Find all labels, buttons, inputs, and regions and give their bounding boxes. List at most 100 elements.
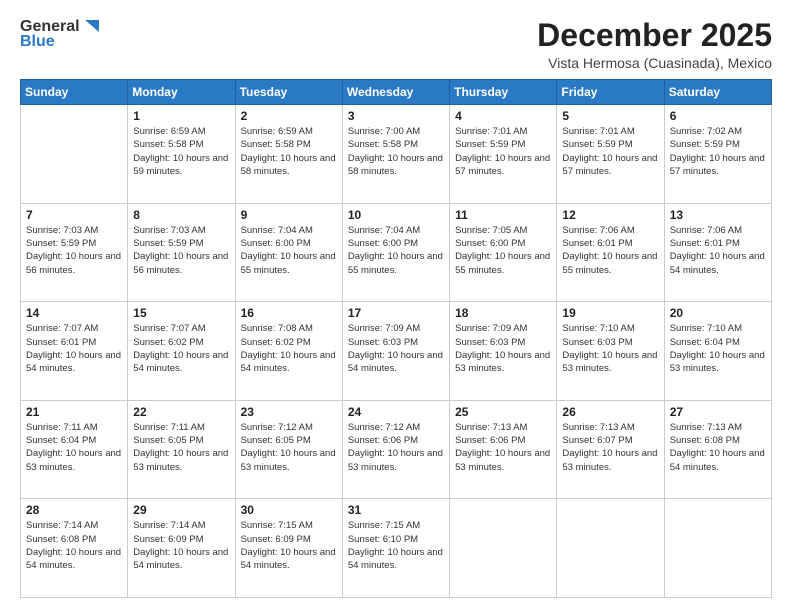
table-row: 12 Sunrise: 7:06 AMSunset: 6:01 PMDayligh… xyxy=(557,203,664,302)
header-friday: Friday xyxy=(557,80,664,105)
header: General Blue December 2025 Vista Hermosa… xyxy=(20,18,772,71)
day-info: Sunrise: 7:12 AMSunset: 6:05 PMDaylight:… xyxy=(241,421,337,474)
day-number: 2 xyxy=(241,109,337,123)
day-number: 13 xyxy=(670,208,766,222)
calendar-week-2: 14 Sunrise: 7:07 AMSunset: 6:01 PMDayligh… xyxy=(21,302,772,401)
header-sunday: Sunday xyxy=(21,80,128,105)
day-number: 14 xyxy=(26,306,122,320)
day-number: 18 xyxy=(455,306,551,320)
day-info: Sunrise: 7:13 AMSunset: 6:07 PMDaylight:… xyxy=(562,421,658,474)
calendar-table: Sunday Monday Tuesday Wednesday Thursday… xyxy=(20,79,772,598)
table-row: 1 Sunrise: 6:59 AMSunset: 5:58 PMDaylight… xyxy=(128,105,235,204)
table-row: 17 Sunrise: 7:09 AMSunset: 6:03 PMDayligh… xyxy=(342,302,449,401)
day-info: Sunrise: 7:12 AMSunset: 6:06 PMDaylight:… xyxy=(348,421,444,474)
table-row: 8Sunrise: 7:03 AMSunset: 5:59 PMDaylight… xyxy=(128,203,235,302)
header-wednesday: Wednesday xyxy=(342,80,449,105)
day-info: Sunrise: 7:13 AMSunset: 6:08 PMDaylight:… xyxy=(670,421,766,474)
day-info: Sunrise: 7:01 AMSunset: 5:59 PMDaylight:… xyxy=(455,125,551,178)
day-number: 8 xyxy=(133,208,229,222)
calendar-week-4: 28 Sunrise: 7:14 AMSunset: 6:08 PMDayligh… xyxy=(21,499,772,598)
table-row: 20 Sunrise: 7:10 AMSunset: 6:04 PMDayligh… xyxy=(664,302,771,401)
calendar-week-1: 7 Sunrise: 7:03 AMSunset: 5:59 PMDaylight… xyxy=(21,203,772,302)
day-info: Sunrise: 6:59 AMSunset: 5:58 PMDaylight:… xyxy=(241,125,337,178)
day-number: 1 xyxy=(133,109,229,123)
table-row: 4 Sunrise: 7:01 AMSunset: 5:59 PMDaylight… xyxy=(450,105,557,204)
table-row: 14 Sunrise: 7:07 AMSunset: 6:01 PMDayligh… xyxy=(21,302,128,401)
day-number: 15 xyxy=(133,306,229,320)
logo-blue: Blue xyxy=(20,33,55,51)
day-number: 12 xyxy=(562,208,658,222)
table-row: 25Sunrise: 7:13 AMSunset: 6:06 PMDayligh… xyxy=(450,400,557,499)
table-row xyxy=(557,499,664,598)
day-number: 27 xyxy=(670,405,766,419)
day-number: 16 xyxy=(241,306,337,320)
day-number: 11 xyxy=(455,208,551,222)
table-row xyxy=(664,499,771,598)
table-row: 10Sunrise: 7:04 AMSunset: 6:00 PMDayligh… xyxy=(342,203,449,302)
page: General Blue December 2025 Vista Hermosa… xyxy=(0,0,792,612)
calendar-week-3: 21 Sunrise: 7:11 AMSunset: 6:04 PMDayligh… xyxy=(21,400,772,499)
day-info: Sunrise: 7:07 AMSunset: 6:02 PMDaylight:… xyxy=(133,322,229,375)
day-number: 22 xyxy=(133,405,229,419)
table-row: 23Sunrise: 7:12 AMSunset: 6:05 PMDayligh… xyxy=(235,400,342,499)
header-thursday: Thursday xyxy=(450,80,557,105)
day-number: 25 xyxy=(455,405,551,419)
table-row: 21 Sunrise: 7:11 AMSunset: 6:04 PMDayligh… xyxy=(21,400,128,499)
day-number: 9 xyxy=(241,208,337,222)
table-row: 18 Sunrise: 7:09 AMSunset: 6:03 PMDayligh… xyxy=(450,302,557,401)
table-row: 9 Sunrise: 7:04 AMSunset: 6:00 PMDaylight… xyxy=(235,203,342,302)
table-row: 30Sunrise: 7:15 AMSunset: 6:09 PMDayligh… xyxy=(235,499,342,598)
table-row: 7 Sunrise: 7:03 AMSunset: 5:59 PMDaylight… xyxy=(21,203,128,302)
calendar-week-0: 1 Sunrise: 6:59 AMSunset: 5:58 PMDaylight… xyxy=(21,105,772,204)
day-number: 21 xyxy=(26,405,122,419)
table-row: 15 Sunrise: 7:07 AMSunset: 6:02 PMDayligh… xyxy=(128,302,235,401)
day-number: 30 xyxy=(241,503,337,517)
day-info: Sunrise: 7:09 AMSunset: 6:03 PMDaylight:… xyxy=(348,322,444,375)
table-row xyxy=(21,105,128,204)
day-info: Sunrise: 7:11 AMSunset: 6:04 PMDaylight:… xyxy=(26,421,122,474)
table-row: 29 Sunrise: 7:14 AMSunset: 6:09 PMDayligh… xyxy=(128,499,235,598)
location-subtitle: Vista Hermosa (Cuasinada), Mexico xyxy=(537,55,772,71)
logo-icon xyxy=(81,18,99,36)
title-area: December 2025 Vista Hermosa (Cuasinada),… xyxy=(537,18,772,71)
day-info: Sunrise: 7:11 AMSunset: 6:05 PMDaylight:… xyxy=(133,421,229,474)
day-info: Sunrise: 7:06 AMSunset: 6:01 PMDaylight:… xyxy=(562,224,658,277)
day-info: Sunrise: 7:05 AMSunset: 6:00 PMDaylight:… xyxy=(455,224,551,277)
day-info: Sunrise: 7:04 AMSunset: 6:00 PMDaylight:… xyxy=(348,224,444,277)
day-number: 19 xyxy=(562,306,658,320)
table-row: 11 Sunrise: 7:05 AMSunset: 6:00 PMDayligh… xyxy=(450,203,557,302)
day-info: Sunrise: 7:00 AMSunset: 5:58 PMDaylight:… xyxy=(348,125,444,178)
table-row: 26 Sunrise: 7:13 AMSunset: 6:07 PMDayligh… xyxy=(557,400,664,499)
day-info: Sunrise: 7:06 AMSunset: 6:01 PMDaylight:… xyxy=(670,224,766,277)
day-number: 26 xyxy=(562,405,658,419)
day-info: Sunrise: 7:04 AMSunset: 6:00 PMDaylight:… xyxy=(241,224,337,277)
day-info: Sunrise: 7:09 AMSunset: 6:03 PMDaylight:… xyxy=(455,322,551,375)
day-number: 20 xyxy=(670,306,766,320)
table-row: 2 Sunrise: 6:59 AMSunset: 5:58 PMDaylight… xyxy=(235,105,342,204)
day-number: 3 xyxy=(348,109,444,123)
table-row: 3 Sunrise: 7:00 AMSunset: 5:58 PMDaylight… xyxy=(342,105,449,204)
day-info: Sunrise: 7:10 AMSunset: 6:04 PMDaylight:… xyxy=(670,322,766,375)
day-info: Sunrise: 7:03 AMSunset: 5:59 PMDaylight:… xyxy=(26,224,122,277)
day-info: Sunrise: 7:07 AMSunset: 6:01 PMDaylight:… xyxy=(26,322,122,375)
day-number: 29 xyxy=(133,503,229,517)
day-info: Sunrise: 7:10 AMSunset: 6:03 PMDaylight:… xyxy=(562,322,658,375)
day-info: Sunrise: 7:14 AMSunset: 6:09 PMDaylight:… xyxy=(133,519,229,572)
table-row xyxy=(450,499,557,598)
day-info: Sunrise: 7:14 AMSunset: 6:08 PMDaylight:… xyxy=(26,519,122,572)
day-number: 17 xyxy=(348,306,444,320)
day-info: Sunrise: 6:59 AMSunset: 5:58 PMDaylight:… xyxy=(133,125,229,178)
weekday-header-row: Sunday Monday Tuesday Wednesday Thursday… xyxy=(21,80,772,105)
day-number: 4 xyxy=(455,109,551,123)
table-row: 31 Sunrise: 7:15 AMSunset: 6:10 PMDayligh… xyxy=(342,499,449,598)
day-number: 28 xyxy=(26,503,122,517)
day-number: 31 xyxy=(348,503,444,517)
day-info: Sunrise: 7:08 AMSunset: 6:02 PMDaylight:… xyxy=(241,322,337,375)
header-tuesday: Tuesday xyxy=(235,80,342,105)
day-info: Sunrise: 7:02 AMSunset: 5:59 PMDaylight:… xyxy=(670,125,766,178)
day-number: 7 xyxy=(26,208,122,222)
day-info: Sunrise: 7:15 AMSunset: 6:10 PMDaylight:… xyxy=(348,519,444,572)
table-row: 6Sunrise: 7:02 AMSunset: 5:59 PMDaylight… xyxy=(664,105,771,204)
header-monday: Monday xyxy=(128,80,235,105)
logo: General Blue xyxy=(20,18,99,51)
